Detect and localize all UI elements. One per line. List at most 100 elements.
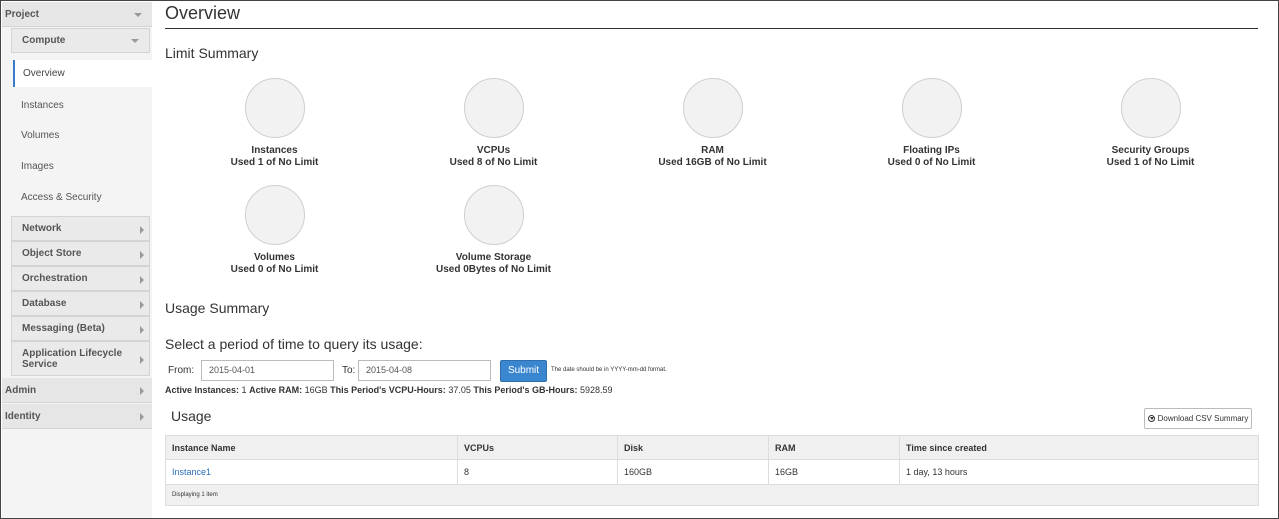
limit-usage: Used 0 of No Limit	[887, 157, 976, 168]
limit-name: Volume Storage	[455, 252, 532, 263]
limit-chart-vcpus: VCPUs Used 8 of No Limit	[384, 78, 603, 169]
chevron-right-icon	[140, 387, 144, 395]
limit-name: VCPUs	[476, 145, 511, 156]
limit-usage: Used 8 of No Limit	[449, 157, 538, 168]
gb-hours-value: 5928.59	[580, 385, 613, 395]
sidebar-group-label: Application Lifecycle Service	[22, 347, 123, 370]
column-header-time-since-created[interactable]: Time since created	[899, 435, 1259, 460]
vcpu-hours-value: 37.05	[448, 385, 471, 395]
usage-table: Instance Name VCPUs Disk RAM Time since …	[165, 435, 1259, 506]
download-csv-button[interactable]: Download CSV Summary	[1144, 408, 1252, 429]
query-title: Select a period of time to query its usa…	[165, 336, 423, 352]
sidebar-item-volumes[interactable]: Volumes	[13, 122, 150, 149]
limit-chart-instances: Instances Used 1 of No Limit	[165, 78, 384, 169]
chevron-down-icon	[134, 13, 142, 17]
active-instances-value: 1	[241, 385, 247, 395]
sidebar-group-network[interactable]: Network	[11, 216, 150, 241]
limit-usage: Used 1 of No Limit	[230, 157, 319, 168]
sidebar-item-label: Overview	[23, 68, 65, 79]
limit-name: Security Groups	[1111, 145, 1190, 156]
sidebar-group-label: Compute	[22, 35, 66, 46]
pie-chart	[682, 78, 743, 138]
sidebar-group-database[interactable]: Database	[11, 291, 150, 316]
sidebar-item-label: Images	[21, 161, 54, 172]
usage-stats: Active Instances: 1 Active RAM: 16GB Thi…	[165, 385, 613, 395]
sidebar-section-label: Admin	[5, 385, 37, 396]
table-header-row: Instance Name VCPUs Disk RAM Time since …	[165, 435, 1259, 460]
cell-ram: 16GB	[768, 459, 900, 485]
page-title: Overview	[165, 3, 241, 23]
from-date-input[interactable]: 2015-04-01	[201, 360, 334, 381]
pie-chart	[463, 185, 524, 245]
sidebar-group-compute[interactable]: Compute	[11, 28, 150, 53]
sidebar-section-label: Identity	[5, 411, 41, 422]
limit-usage: Used 1 of No Limit	[1106, 157, 1195, 168]
column-header-disk[interactable]: Disk	[617, 435, 769, 460]
sidebar-item-label: Access & Security	[21, 192, 102, 203]
chevron-down-icon	[131, 39, 139, 43]
window-frame: Project Compute Overview Instances Volum…	[0, 0, 1279, 519]
sidebar-group-messaging[interactable]: Messaging (Beta)	[11, 316, 150, 341]
limit-usage: Used 16GB of No Limit	[658, 157, 767, 168]
chevron-right-icon	[140, 413, 144, 421]
limit-summary-heading: Limit Summary	[165, 45, 259, 61]
active-ram-value: 16GB	[304, 385, 328, 395]
chevron-right-icon	[140, 226, 144, 234]
chevron-right-icon	[140, 251, 144, 259]
table-row: Instance1 8 160GB 16GB 1 day, 13 hours	[165, 459, 1259, 485]
pie-chart	[463, 78, 524, 138]
cell-vcpus: 8	[457, 459, 618, 485]
sidebar-item-instances[interactable]: Instances	[13, 92, 150, 119]
column-header-vcpus[interactable]: VCPUs	[457, 435, 618, 460]
date-format-note: The date should be in YYYY-mm-dd format.	[551, 367, 667, 373]
sidebar-group-label: Network	[22, 223, 62, 234]
vcpu-hours-label: This Period's VCPU-Hours:	[330, 385, 446, 395]
limit-chart-volumes: Volumes Used 0 of No Limit	[165, 185, 384, 276]
limit-name: Instances	[251, 145, 298, 156]
chevron-right-icon	[140, 276, 144, 284]
sidebar-group-object-store[interactable]: Object Store	[11, 241, 150, 266]
main-content: Overview Limit Summary Instances Used 1 …	[165, 2, 1260, 518]
chevron-right-icon	[140, 326, 144, 334]
limit-name: Volumes	[254, 252, 295, 263]
sidebar-section-identity[interactable]: Identity	[2, 404, 152, 429]
sidebar-item-overview[interactable]: Overview	[13, 60, 153, 87]
limit-name: RAM	[701, 145, 724, 156]
pie-chart	[244, 78, 305, 138]
pie-chart	[1120, 78, 1181, 138]
limit-usage: Used 0 of No Limit	[230, 264, 319, 275]
to-label: To:	[342, 365, 356, 376]
table-footer-row: Displaying 1 item	[165, 484, 1259, 506]
active-instances-label: Active Instances:	[165, 385, 240, 395]
sidebar-section-admin[interactable]: Admin	[2, 378, 152, 403]
limit-usage: Used 0Bytes of No Limit	[435, 264, 552, 275]
from-label: From:	[168, 365, 195, 376]
sidebar-group-label: Object Store	[22, 248, 82, 259]
sidebar-group-label: Messaging (Beta)	[22, 323, 105, 334]
limit-chart-floating-ips: Floating IPs Used 0 of No Limit	[822, 78, 1041, 169]
sidebar-group-application-lifecycle[interactable]: Application Lifecycle Service	[11, 341, 150, 376]
sidebar-group-orchestration[interactable]: Orchestration	[11, 266, 150, 291]
limit-chart-volume-storage: Volume Storage Used 0Bytes of No Limit	[384, 185, 603, 276]
pie-chart	[244, 185, 305, 245]
sidebar-group-label: Database	[22, 298, 67, 309]
usage-heading: Usage	[171, 408, 212, 424]
column-header-instance-name[interactable]: Instance Name	[165, 435, 458, 460]
sidebar-item-access-security[interactable]: Access & Security	[13, 184, 150, 211]
cell-time-since-created: 1 day, 13 hours	[899, 459, 1259, 485]
chevron-right-icon	[140, 356, 144, 364]
submit-button[interactable]: Submit	[500, 360, 547, 382]
limit-chart-ram: RAM Used 16GB of No Limit	[603, 78, 822, 169]
active-ram-label: Active RAM:	[249, 385, 303, 395]
column-header-ram[interactable]: RAM	[768, 435, 900, 460]
sidebar-section-project[interactable]: Project	[2, 2, 152, 27]
download-csv-label: Download CSV Summary	[1157, 414, 1249, 423]
to-date-input[interactable]: 2015-04-08	[358, 360, 491, 381]
pie-chart	[901, 78, 962, 138]
instance-link[interactable]: Instance1	[172, 467, 211, 477]
limit-name: Floating IPs	[903, 145, 960, 156]
cell-instance-name: Instance1	[165, 459, 458, 485]
sidebar-item-images[interactable]: Images	[13, 153, 150, 180]
sidebar: Project Compute Overview Instances Volum…	[2, 2, 153, 518]
limit-chart-security-groups: Security Groups Used 1 of No Limit	[1041, 78, 1260, 169]
